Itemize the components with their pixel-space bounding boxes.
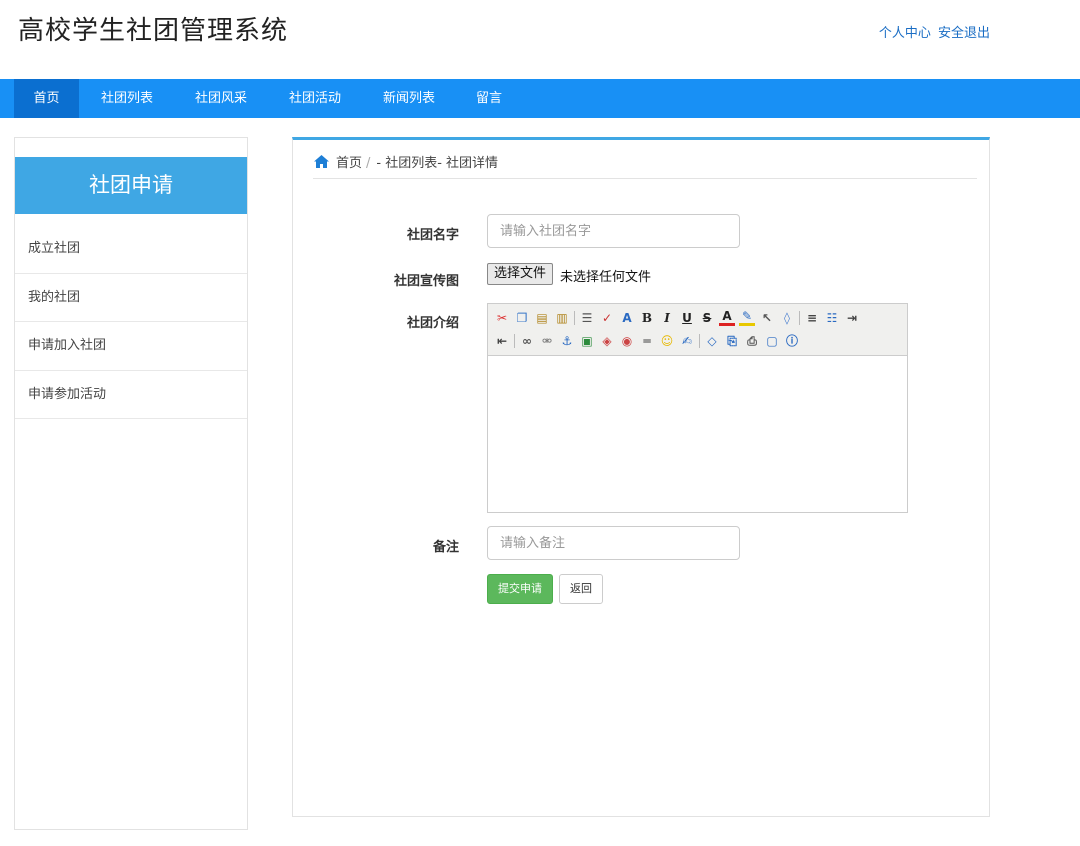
fullscreen-icon[interactable]: ▢ <box>764 333 780 349</box>
toolbar-divider <box>574 311 575 325</box>
indent-icon[interactable]: ⇥ <box>844 310 860 326</box>
link-icon[interactable]: ∞ <box>519 333 535 349</box>
print-icon[interactable]: ⎙ <box>744 333 760 349</box>
breadcrumb-path: - 社团列表- 社团详情 <box>376 156 499 171</box>
eraser-icon[interactable]: ◊ <box>779 310 795 326</box>
font-color-icon[interactable]: A <box>719 310 735 326</box>
outdent-icon[interactable]: ⇤ <box>494 333 510 349</box>
breadcrumb-home-link[interactable]: 首页 <box>336 156 362 171</box>
main-nav: 首页 社团列表 社团风采 社团活动 新闻列表 留言 <box>0 79 1080 118</box>
bold-icon[interactable]: B <box>639 310 655 326</box>
club-name-label: 社团名字 <box>406 228 459 243</box>
logout-link[interactable]: 安全退出 <box>938 26 990 41</box>
nav-item-messages[interactable]: 留言 <box>463 79 515 118</box>
nav-item-home[interactable]: 首页 <box>14 79 79 118</box>
back-button[interactable]: 返回 <box>559 574 603 604</box>
image-icon[interactable]: ▣ <box>579 333 595 349</box>
nav-item-club-activities[interactable]: 社团活动 <box>275 79 355 118</box>
unlink-icon[interactable]: ⚮ <box>539 333 555 349</box>
breadcrumb-separator: / <box>366 156 371 171</box>
sidebar-item-join-club[interactable]: 申请加入社团 <box>15 322 247 371</box>
paste-icon[interactable]: ▤ <box>534 310 550 326</box>
editor-content-area[interactable] <box>488 357 907 512</box>
emoticon-icon[interactable]: ☺ <box>659 333 675 349</box>
rich-text-editor: ✂ ❐ ▤ ▥ ☰ ✓ A B I U S A ✎ ↖ ◊ ≡ ☷ ⇥ ⇤ ∞ … <box>487 303 908 513</box>
sidebar-item-my-clubs[interactable]: 我的社团 <box>15 274 247 322</box>
align-left-icon[interactable]: ≡ <box>804 310 820 326</box>
remark-label: 备注 <box>432 540 459 555</box>
strikethrough-icon[interactable]: S <box>699 310 715 326</box>
remark-input[interactable] <box>487 526 740 560</box>
highlight-icon[interactable]: ✎ <box>739 310 755 326</box>
source-icon[interactable]: ◇ <box>704 333 720 349</box>
site-title: 高校学生社团管理系统 <box>18 16 289 46</box>
sidebar-header: 社团申请 <box>15 157 247 214</box>
anchor-icon[interactable]: ⚓ <box>559 333 575 349</box>
toolbar-divider <box>699 334 700 348</box>
nav-item-club-gallery[interactable]: 社团风采 <box>181 79 261 118</box>
paste-text-icon[interactable]: ▥ <box>554 310 570 326</box>
nav-item-news-list[interactable]: 新闻列表 <box>369 79 449 118</box>
about-icon[interactable]: ⓘ <box>784 333 800 349</box>
italic-icon[interactable]: I <box>659 310 675 326</box>
sidebar: 社团申请 成立社团 我的社团 申请加入社团 申请参加活动 <box>14 137 248 830</box>
toolbar-divider <box>514 334 515 348</box>
justify-icon[interactable]: ☰ <box>579 310 595 326</box>
home-icon <box>313 154 330 173</box>
cut-icon[interactable]: ✂ <box>494 310 510 326</box>
choose-file-button[interactable]: 选择文件 <box>487 263 554 285</box>
flash-icon[interactable]: ◈ <box>599 333 615 349</box>
sidebar-item-join-activity[interactable]: 申请参加活动 <box>15 371 247 419</box>
club-intro-label: 社团介绍 <box>406 316 459 331</box>
file-status-text: 未选择任何文件 <box>560 270 652 285</box>
toolbar-row-2: ⇤ ∞ ⚮ ⚓ ▣ ◈ ◉ ═ ☺ ✍ ◇ ⎘ ⎙ ▢ ⓘ <box>494 331 804 351</box>
font-size-icon[interactable]: A <box>619 310 635 326</box>
club-name-input[interactable] <box>487 214 740 248</box>
profile-link[interactable]: 个人中心 <box>879 26 931 41</box>
sidebar-list: 成立社团 我的社团 申请加入社团 申请参加活动 <box>15 225 247 419</box>
breadcrumb: 首页 / - 社团列表- 社团详情 <box>313 152 977 179</box>
club-poster-label: 社团宣传图 <box>393 274 459 289</box>
hr-icon[interactable]: ═ <box>639 333 655 349</box>
media-icon[interactable]: ◉ <box>619 333 635 349</box>
toolbar-row-1: ✂ ❐ ▤ ▥ ☰ ✓ A B I U S A ✎ ↖ ◊ ≡ ☷ ⇥ <box>494 308 864 328</box>
ordered-list-icon[interactable]: ☷ <box>824 310 840 326</box>
spellcheck-icon[interactable]: ✓ <box>599 310 615 326</box>
top-links: 个人中心 安全退出 <box>879 22 990 41</box>
editor-toolbar: ✂ ❐ ▤ ▥ ☰ ✓ A B I U S A ✎ ↖ ◊ ≡ ☷ ⇥ ⇤ ∞ … <box>488 304 907 356</box>
nav-item-club-list[interactable]: 社团列表 <box>87 79 167 118</box>
preview-icon[interactable]: ⎘ <box>724 333 740 349</box>
copy-icon[interactable]: ❐ <box>514 310 530 326</box>
main-panel: 首页/- 社团列表- 社团详情 社团名字 社团宣传图 选择文件 未选择任何文件 … <box>292 137 990 817</box>
sidebar-item-create-club[interactable]: 成立社团 <box>15 225 247 274</box>
select-icon[interactable]: ↖ <box>759 310 775 326</box>
submit-application-button[interactable]: 提交申请 <box>487 574 553 604</box>
toolbar-divider <box>799 311 800 325</box>
underline-icon[interactable]: U <box>679 310 695 326</box>
template-icon[interactable]: ✍ <box>679 333 695 349</box>
